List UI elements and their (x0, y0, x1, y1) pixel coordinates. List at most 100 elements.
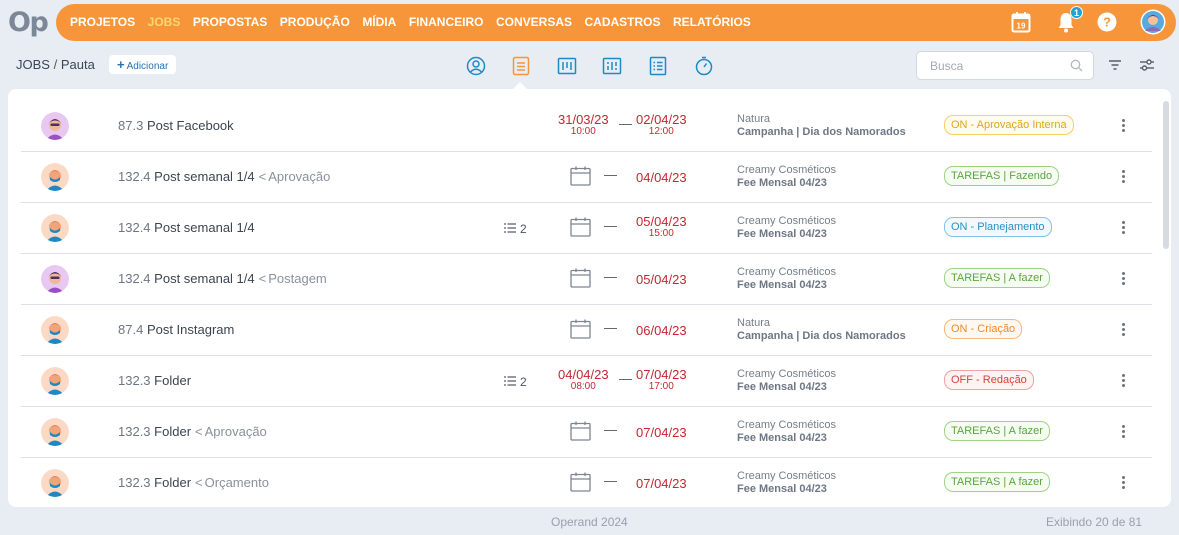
end-date: 07/04/23 (636, 425, 687, 440)
assignee-avatar[interactable] (41, 418, 69, 446)
help-icon[interactable]: ? (1095, 10, 1119, 34)
user-avatar[interactable] (1140, 9, 1166, 35)
campaign-name: Fee Mensal 04/23 (737, 483, 827, 495)
subtasks-count[interactable]: 2 (504, 222, 527, 236)
job-row[interactable]: 132.4 Post semanal 1/4 2 — 05/04/23 15:00 Cre… (21, 203, 1152, 254)
assignee-avatar[interactable] (41, 112, 69, 140)
job-title[interactable]: 132.3 Folder < Aprovação (118, 424, 267, 439)
job-title[interactable]: 132.3 Folder (118, 373, 191, 388)
add-button-label: Adicionar (126, 61, 169, 72)
job-code: 132.3 (118, 373, 151, 388)
chevron-left-icon: < (195, 475, 203, 490)
job-row[interactable]: 132.3 Folder < Orçamento — 07/04/23 Creamy Co… (21, 458, 1152, 507)
nav-item-mídia[interactable]: MÍDIA (362, 15, 396, 29)
status-badge[interactable]: ON - Aprovação Interna (944, 115, 1074, 135)
calendar-icon[interactable]: 19 (1009, 10, 1033, 34)
nav-item-cadastros[interactable]: CADASTROS (585, 15, 661, 29)
filter-icon[interactable] (1108, 58, 1122, 77)
campaign-name: Fee Mensal 04/23 (737, 381, 827, 393)
nav-item-relatórios[interactable]: RELATÓRIOS (673, 15, 751, 29)
job-row[interactable]: 87.3 Post Facebook 31/03/23 10:00 — 02/04/23… (21, 101, 1152, 152)
job-title[interactable]: 132.4 Post semanal 1/4 < Aprovação (118, 169, 330, 184)
assignee-avatar[interactable] (41, 367, 69, 395)
date-separator: — (604, 473, 617, 488)
list-view-icon[interactable] (510, 55, 532, 77)
status-badge[interactable]: ON - Planejamento (944, 217, 1052, 237)
client-info: Natura Campanha | Dia dos Namorados (737, 113, 906, 139)
assignee-avatar[interactable] (41, 316, 69, 344)
chevron-left-icon: < (195, 424, 203, 439)
pagination-count: Exibindo 20 de 81 (1046, 515, 1143, 529)
job-title[interactable]: 132.4 Post semanal 1/4 (118, 220, 255, 235)
campaign-name: Fee Mensal 04/23 (737, 228, 827, 240)
nav-item-conversas[interactable]: CONVERSAS (496, 15, 572, 29)
assignee-avatar[interactable] (41, 469, 69, 497)
assignee-avatar[interactable] (41, 163, 69, 191)
more-options-icon[interactable] (1118, 219, 1128, 237)
calendar-icon[interactable] (570, 166, 591, 191)
more-options-icon[interactable] (1118, 474, 1128, 492)
nav-item-financeiro[interactable]: FINANCEIRO (409, 15, 484, 29)
calendar-icon[interactable] (570, 472, 591, 497)
job-title[interactable]: 132.3 Folder < Orçamento (118, 475, 269, 490)
more-options-icon[interactable] (1118, 423, 1128, 441)
client-info: Natura Campanha | Dia dos Namorados (737, 317, 906, 343)
status-badge[interactable]: TAREFAS | A fazer (944, 472, 1050, 492)
footer-copyright: Operand 2024 (551, 515, 628, 529)
job-title[interactable]: 87.4 Post Instagram (118, 322, 234, 337)
more-options-icon[interactable] (1118, 168, 1128, 186)
bell-icon[interactable]: 1 (1054, 6, 1083, 34)
assignee-avatar[interactable] (41, 265, 69, 293)
calendar-icon[interactable] (570, 217, 591, 242)
status-badge[interactable]: OFF - Redação (944, 370, 1034, 390)
job-row[interactable]: 132.3 Folder < Aprovação — 07/04/23 Creamy Co… (21, 407, 1152, 458)
breadcrumb-section[interactable]: JOBS (16, 57, 50, 72)
more-options-icon[interactable] (1118, 270, 1128, 288)
assignee-avatar[interactable] (41, 214, 69, 242)
status-badge[interactable]: TAREFAS | A fazer (944, 421, 1050, 441)
add-button[interactable]: + Adicionar (109, 55, 177, 74)
jobs-list: 87.3 Post Facebook 31/03/23 10:00 — 02/04/23… (8, 89, 1171, 507)
job-name: Post semanal 1/4 (154, 169, 255, 184)
board-detail-view-icon[interactable] (601, 55, 623, 77)
job-row[interactable]: 132.4 Post semanal 1/4 < Aprovação — 04/04/2… (21, 152, 1152, 203)
scrollbar[interactable] (1163, 101, 1169, 249)
nav-item-projetos[interactable]: PROJETOS (70, 15, 135, 29)
more-options-icon[interactable] (1118, 321, 1128, 339)
search-icon[interactable] (1070, 59, 1083, 77)
end-date: 07/04/23 (636, 476, 687, 491)
search-box (916, 51, 1094, 80)
nav-item-jobs[interactable]: JOBS (148, 15, 181, 29)
client-name: Creamy Cosméticos (737, 419, 837, 431)
calendar-icon[interactable] (570, 268, 591, 293)
job-title[interactable]: 132.4 Post semanal 1/4 < Postagem (118, 271, 327, 286)
job-row[interactable]: 132.4 Post semanal 1/4 < Postagem — 05/04/23… (21, 254, 1152, 305)
job-name: Folder (154, 373, 192, 388)
calendar-icon[interactable] (570, 319, 591, 344)
status-badge[interactable]: TAREFAS | A fazer (944, 268, 1050, 288)
client-name: Creamy Cosméticos (737, 470, 837, 482)
campaign-name: Fee Mensal 04/23 (737, 177, 827, 189)
status-badge[interactable]: ON - Criação (944, 319, 1023, 339)
job-title[interactable]: 87.3 Post Facebook (118, 118, 234, 133)
job-code: 87.3 (118, 118, 144, 133)
job-row[interactable]: 132.3 Folder 2 04/04/23 08:00 — 07/04/23 17:00… (21, 356, 1152, 407)
job-row[interactable]: 87.4 Post Instagram — 06/04/23 Natura Campan… (21, 305, 1152, 356)
status-badge[interactable]: TAREFAS | Fazendo (944, 166, 1060, 186)
end-date: 05/04/23 15:00 (636, 214, 687, 239)
subtasks-count[interactable]: 2 (504, 375, 527, 389)
end-date: 04/04/23 (636, 170, 687, 185)
board-view-icon[interactable] (556, 55, 578, 77)
nav-item-produção[interactable]: PRODUÇÃO (280, 15, 350, 29)
more-options-icon[interactable] (1118, 117, 1128, 135)
timer-view-icon[interactable] (693, 55, 715, 77)
settings-sliders-icon[interactable] (1139, 58, 1155, 77)
checklist-view-icon[interactable] (647, 55, 669, 77)
campaign-name: Campanha | Dia dos Namorados (737, 330, 906, 342)
app-logo[interactable]: Op (8, 7, 49, 38)
more-options-icon[interactable] (1118, 372, 1128, 390)
person-view-icon[interactable] (465, 55, 487, 77)
calendar-icon[interactable] (570, 421, 591, 446)
search-input[interactable] (930, 52, 1070, 79)
nav-item-propostas[interactable]: PROPOSTAS (193, 15, 267, 29)
